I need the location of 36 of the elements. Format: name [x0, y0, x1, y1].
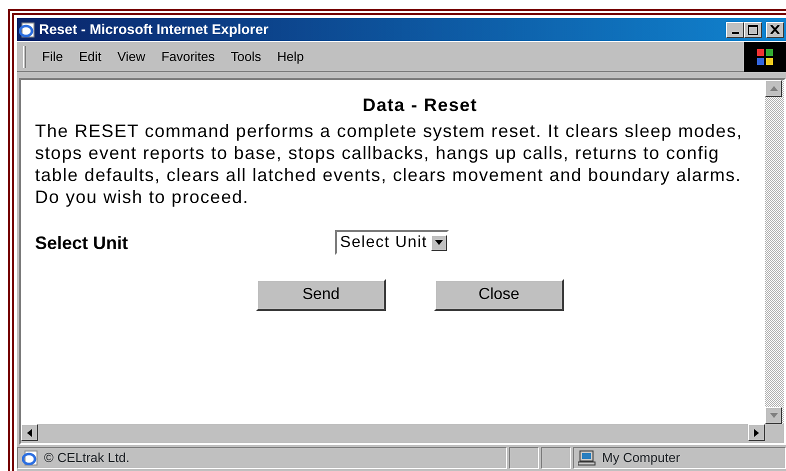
- page-icon: [22, 450, 38, 466]
- maximize-icon: [748, 24, 758, 34]
- menu-item[interactable]: View: [109, 46, 154, 66]
- unit-select[interactable]: Select Unit: [335, 230, 450, 255]
- dropdown-arrow-icon: [435, 240, 444, 245]
- close-button[interactable]: [766, 22, 784, 38]
- page-heading: Data - Reset: [362, 94, 478, 116]
- close-icon: [770, 25, 780, 34]
- minimize-button[interactable]: [726, 22, 744, 38]
- menu-item[interactable]: Tools: [222, 46, 270, 66]
- scroll-down-button[interactable]: [765, 407, 782, 424]
- minimize-icon: [732, 32, 738, 34]
- status-text: © CELtrak Ltd.: [44, 449, 130, 468]
- zone-text: My Computer: [602, 449, 680, 468]
- form-button[interactable]: Close: [434, 279, 564, 311]
- left-arrow-icon: [27, 428, 32, 436]
- maximize-button[interactable]: [744, 22, 762, 38]
- unit-label: Select Unit: [35, 232, 130, 254]
- window-title: Reset - Microsoft Internet Explorer: [39, 20, 268, 39]
- browser-icon: [19, 22, 35, 38]
- scroll-left-button[interactable]: [21, 424, 38, 441]
- status-panel: [509, 447, 539, 469]
- status-panel: [541, 447, 571, 469]
- message-text: The RESET command performs a complete system reset. It clears sleep modes, stops event reports to base, stops callbacks, hangs up calls, returns to config table defaults, clears all latched events, clears movement and boundary alarms. Do you wish to proceed.: [35, 120, 744, 208]
- computer-icon: [578, 450, 596, 466]
- scroll-right-button[interactable]: [748, 424, 765, 441]
- form-button[interactable]: Send: [256, 279, 386, 311]
- windows-logo-icon: [744, 42, 786, 72]
- down-arrow-icon: [770, 413, 778, 418]
- menu-item[interactable]: Edit: [70, 46, 110, 66]
- up-arrow-icon: [770, 86, 778, 91]
- menu-item[interactable]: File: [34, 46, 71, 66]
- menu-item[interactable]: Help: [269, 46, 312, 66]
- scroll-up-button[interactable]: [765, 80, 782, 97]
- right-arrow-icon: [754, 428, 759, 436]
- menu-item[interactable]: Favorites: [153, 46, 223, 66]
